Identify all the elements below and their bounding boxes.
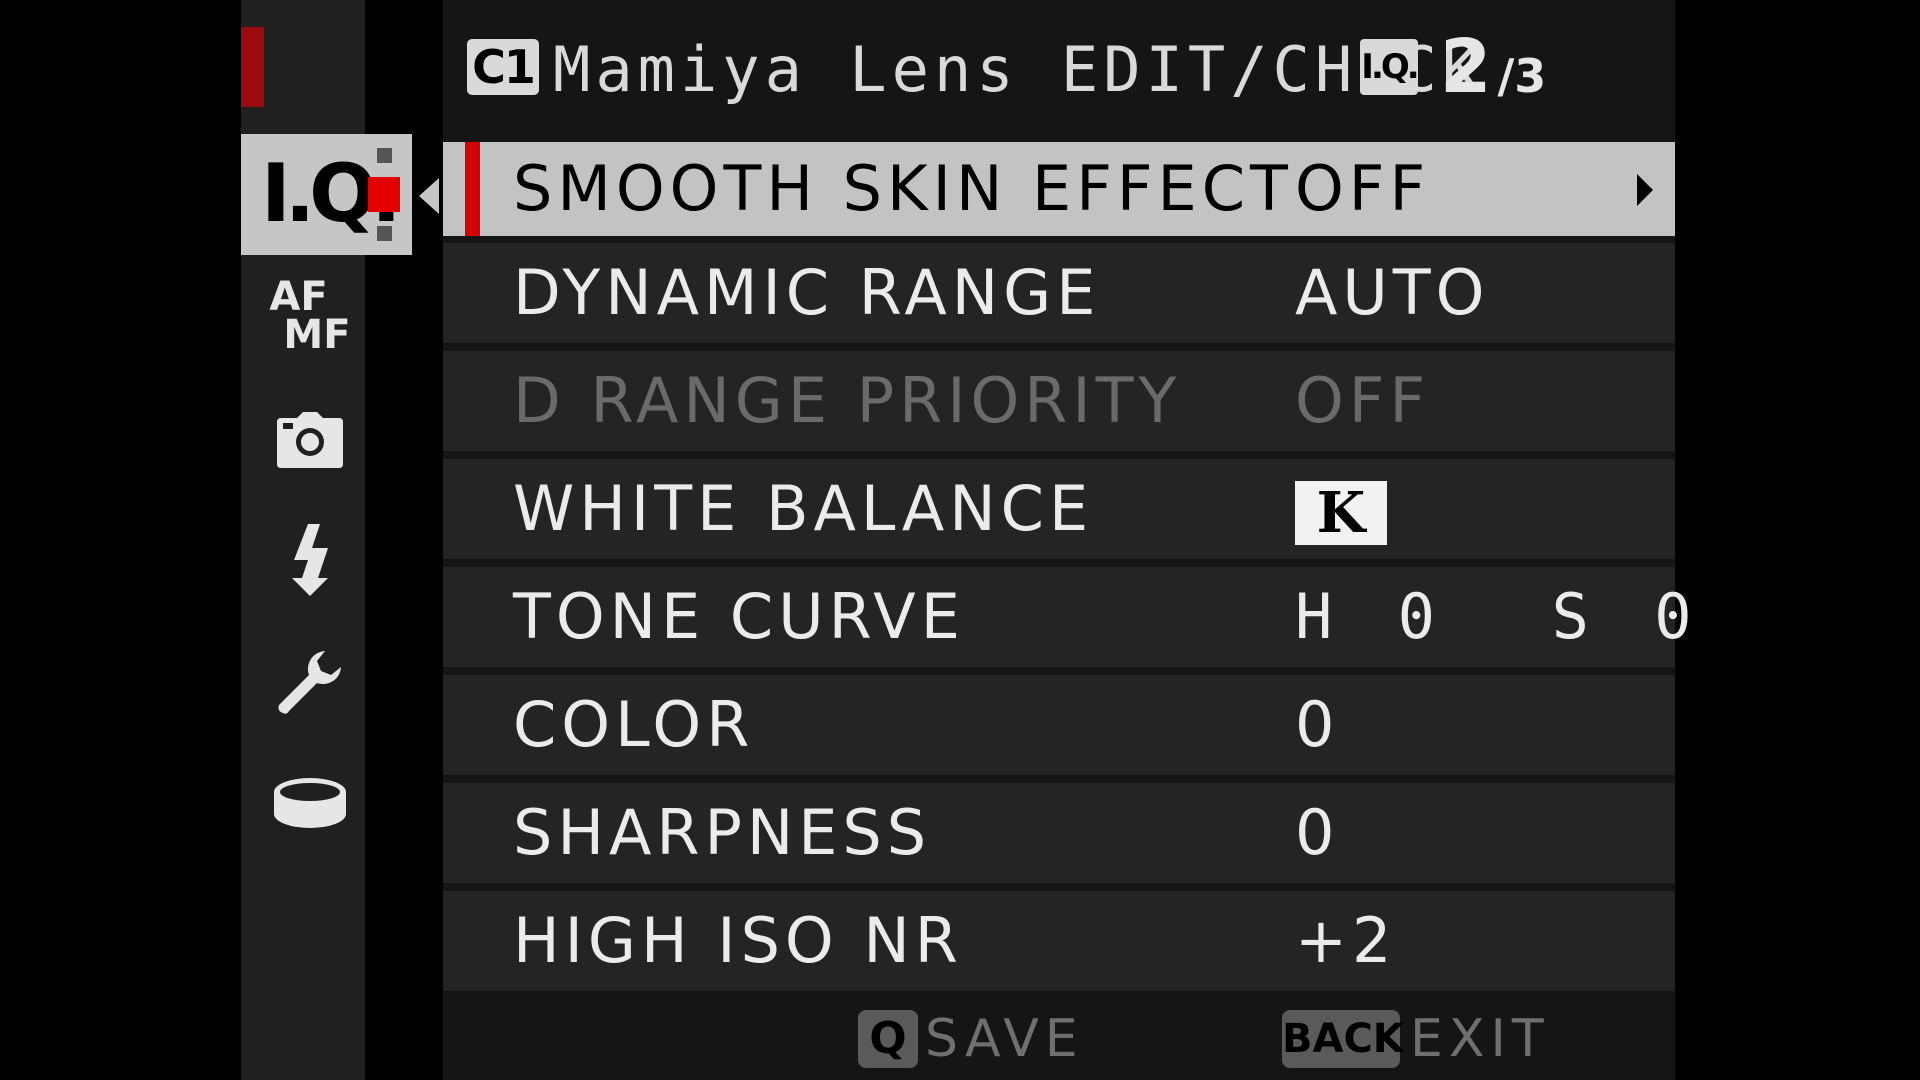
flash-icon: [292, 524, 328, 596]
active-tab-pointer: [419, 178, 439, 214]
scroll-position-marker: [241, 27, 264, 107]
row-value: H 0 S 0: [1295, 580, 1706, 653]
page-current: 2: [1440, 24, 1492, 110]
menu-row-dynamic-range[interactable]: DYNAMIC RANGE AUTO: [443, 243, 1675, 343]
camera-icon: [277, 412, 343, 468]
current-sub-page-indicator: [368, 177, 400, 212]
exit-hint[interactable]: EXIT: [1410, 1004, 1550, 1074]
row-label: SMOOTH SKIN EFFECT: [513, 152, 1293, 225]
page-indicator: 2/3: [1440, 22, 1546, 112]
tab-flash[interactable]: [265, 520, 355, 600]
row-label: WHITE BALANCE: [513, 472, 1094, 545]
menu-row-d-range-priority: D RANGE PRIORITY OFF: [443, 351, 1675, 451]
menu-row-high-iso-nr[interactable]: HIGH ISO NR +2: [443, 891, 1675, 991]
sub-page-indicator: [377, 148, 392, 163]
q-key-icon: Q: [858, 1010, 918, 1068]
row-value: 0: [1295, 688, 1340, 761]
row-value: +2: [1295, 904, 1397, 977]
af-mf-icon: AF MF: [269, 274, 351, 358]
ring-icon: [274, 778, 346, 828]
kelvin-icon: K: [1295, 481, 1387, 545]
tab-setup[interactable]: [265, 642, 355, 722]
page-total: /3: [1497, 49, 1547, 103]
menu-row-sharpness[interactable]: SHARPNESS 0: [443, 783, 1675, 883]
camera-menu-screen: I.Q. AF MF C1 Mamiya Lens EDIT/CHECK I.Q…: [0, 0, 1920, 1080]
sub-page-indicator: [377, 226, 392, 241]
custom-setting-badge: C1: [467, 39, 539, 95]
tab-af-mf[interactable]: AF MF: [265, 276, 355, 356]
selection-bar: [465, 142, 480, 236]
menu-row-smooth-skin-effect[interactable]: SMOOTH SKIN EFFECT OFF: [443, 142, 1675, 236]
row-value: OFF: [1295, 364, 1431, 437]
row-label: HIGH ISO NR: [513, 904, 963, 977]
row-value: OFF: [1295, 152, 1431, 225]
row-value: AUTO: [1295, 256, 1490, 329]
page-title: Mamiya Lens EDIT/CHECK: [553, 33, 1485, 106]
row-label: D RANGE PRIORITY: [513, 364, 1182, 437]
row-label: DYNAMIC RANGE: [513, 256, 1101, 329]
wrench-icon: [278, 651, 341, 714]
menu-row-color[interactable]: COLOR 0: [443, 675, 1675, 775]
row-label: SHARPNESS: [513, 796, 932, 869]
save-hint[interactable]: SAVE: [925, 1004, 1084, 1074]
row-value: 0: [1295, 796, 1340, 869]
menu-row-white-balance[interactable]: WHITE BALANCE K: [443, 459, 1675, 559]
back-key-icon: BACK: [1282, 1010, 1404, 1068]
menu-category-badge: I.Q.: [1360, 39, 1420, 95]
row-label: COLOR: [513, 688, 755, 761]
tab-shooting[interactable]: [265, 400, 355, 480]
tab-image-quality[interactable]: I.Q.: [241, 134, 412, 255]
chevron-right-icon: [1637, 174, 1653, 206]
tab-my-menu[interactable]: [265, 764, 355, 844]
row-label: TONE CURVE: [513, 580, 965, 653]
menu-row-tone-curve[interactable]: TONE CURVE H 0 S 0: [443, 567, 1692, 667]
